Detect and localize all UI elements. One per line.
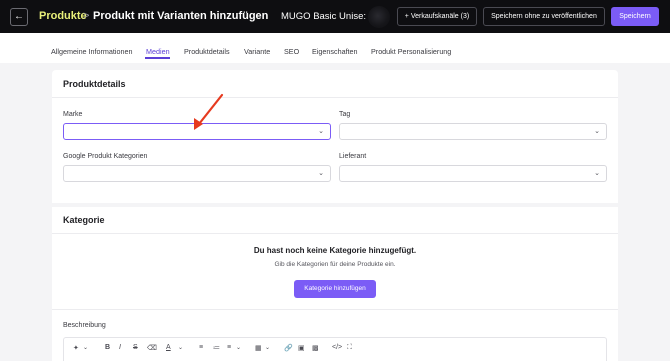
annotation-arrow: [194, 93, 224, 130]
